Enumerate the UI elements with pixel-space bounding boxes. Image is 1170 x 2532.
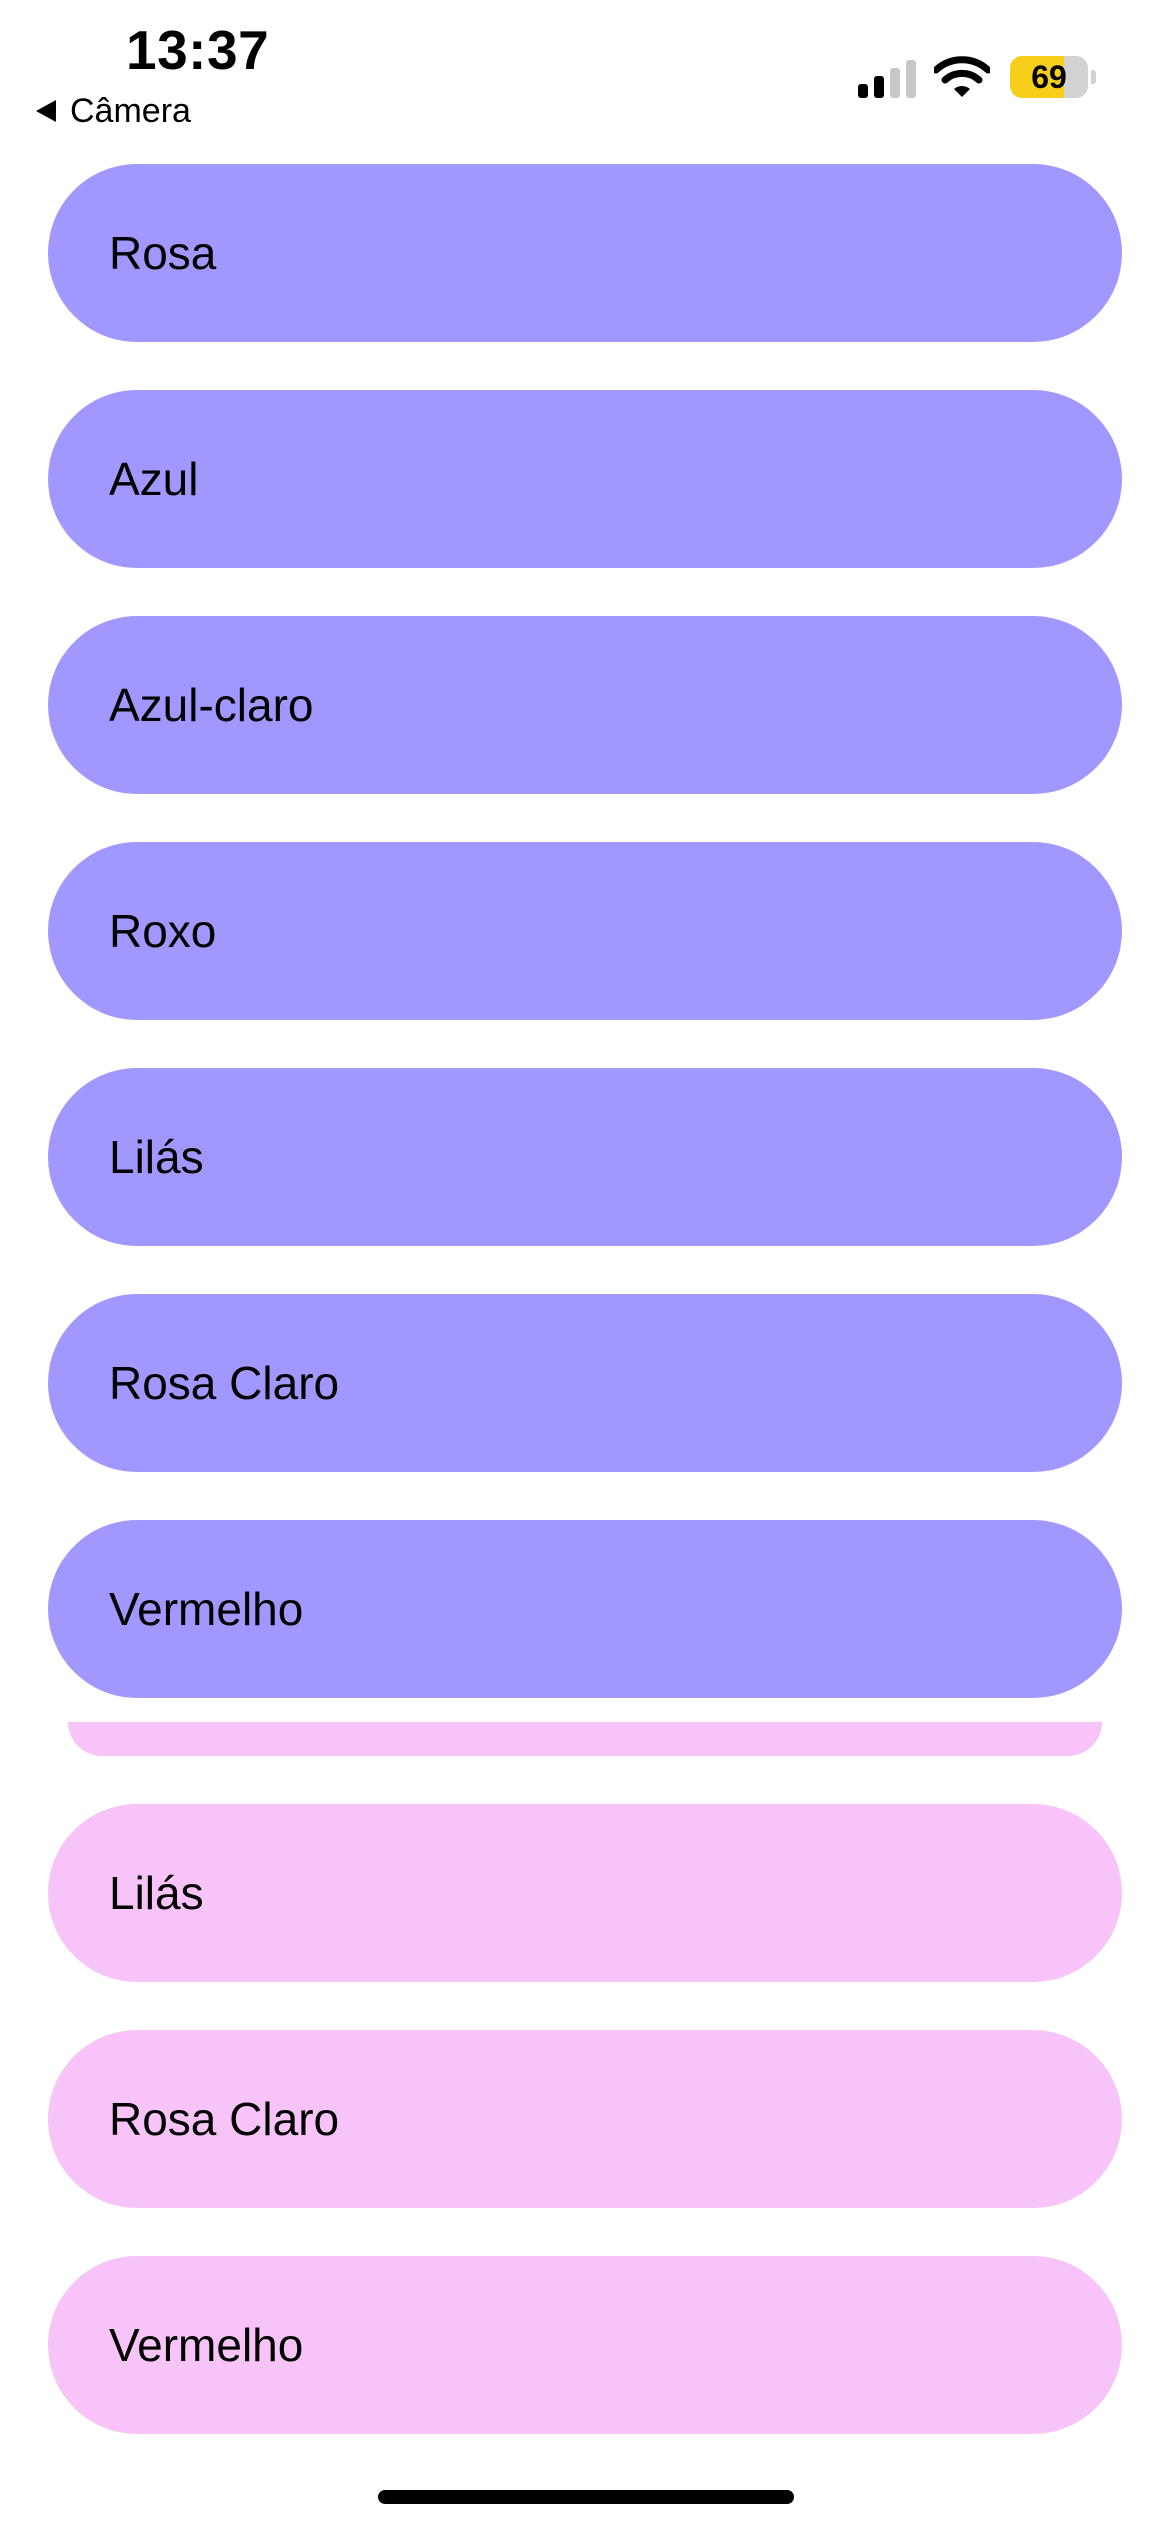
list-item-label: Rosa Claro bbox=[109, 1357, 340, 1409]
list-item-label: Vermelho bbox=[109, 2319, 304, 2371]
list-item-label: Rosa bbox=[109, 227, 217, 279]
list-item[interactable]: Azul-claro bbox=[48, 616, 1122, 794]
list-item[interactable]: Rosa Claro bbox=[48, 1294, 1122, 1472]
battery-level: 69 bbox=[1031, 59, 1067, 95]
list-item-label: Rosa Claro bbox=[109, 2093, 340, 2145]
list-item[interactable]: Lilás bbox=[48, 1804, 1122, 1982]
back-label: Câmera bbox=[70, 91, 191, 130]
list-item[interactable]: Azul bbox=[48, 390, 1122, 568]
list-item[interactable]: Rosa bbox=[48, 164, 1122, 342]
color-list-secondary: Lilás Rosa Claro Vermelho bbox=[48, 1804, 1122, 2482]
list-item-partial[interactable] bbox=[68, 1722, 1102, 1756]
color-list-primary: Rosa Azul Azul-claro Roxo Lilás Rosa Cla… bbox=[48, 164, 1122, 1746]
list-item[interactable]: Vermelho bbox=[48, 2256, 1122, 2434]
list-item-label: Azul-claro bbox=[109, 679, 314, 731]
home-indicator[interactable] bbox=[378, 2490, 794, 2504]
list-item[interactable]: Rosa Claro bbox=[48, 2030, 1122, 2208]
list-item[interactable]: Roxo bbox=[48, 842, 1122, 1020]
battery-icon: 69 bbox=[1010, 56, 1096, 98]
list-item-label: Lilás bbox=[109, 1131, 204, 1183]
list-item[interactable]: Vermelho bbox=[48, 1520, 1122, 1698]
list-item-label: Vermelho bbox=[109, 1583, 304, 1635]
cellular-signal-icon bbox=[858, 60, 916, 98]
list-item[interactable]: Lilás bbox=[48, 1068, 1122, 1246]
back-arrow-icon bbox=[36, 100, 56, 122]
list-item-label: Azul bbox=[109, 453, 199, 505]
back-to-camera-button[interactable]: Câmera bbox=[36, 90, 191, 132]
status-time: 13:37 bbox=[126, 19, 270, 81]
wifi-icon bbox=[934, 56, 990, 97]
list-item-label: Lilás bbox=[109, 1867, 204, 1919]
list-item-label: Roxo bbox=[109, 905, 217, 957]
